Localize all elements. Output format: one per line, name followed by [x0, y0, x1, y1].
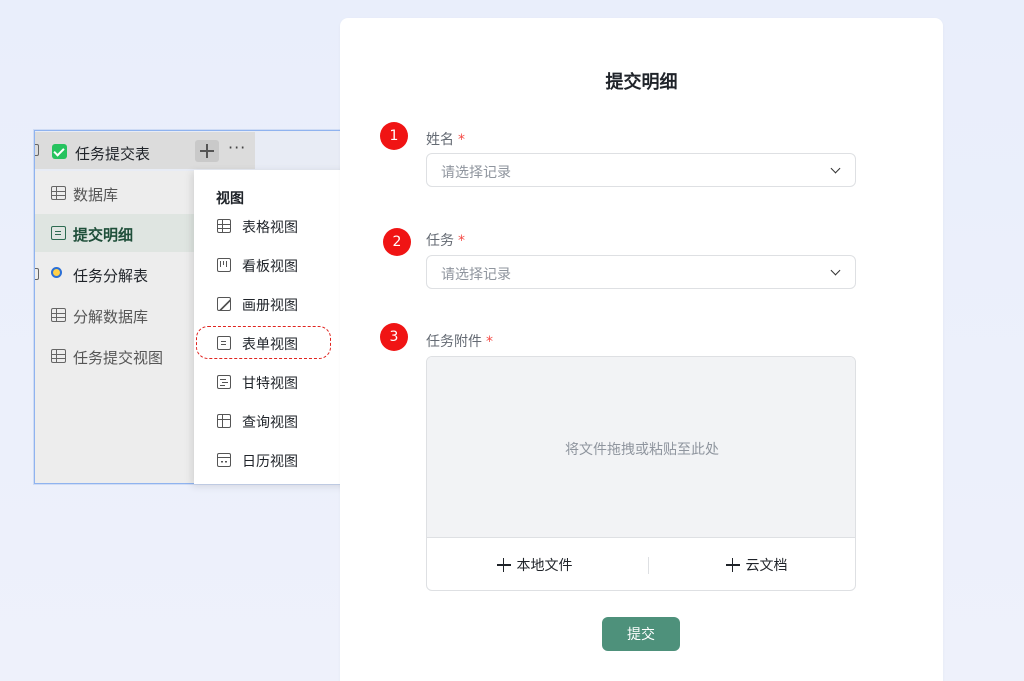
- sidebar-item-label: 数据库: [73, 186, 119, 204]
- cloud-doc-label: 云文档: [745, 558, 788, 574]
- menu-item-query-view[interactable]: 查询视图: [194, 403, 349, 439]
- upload-actions: 本地文件 云文档: [427, 538, 855, 590]
- task-select[interactable]: 请选择记录: [426, 255, 856, 289]
- chevron-down-icon: [830, 163, 841, 174]
- step-badge-1: 1: [380, 122, 408, 150]
- collapse-icon[interactable]: [35, 144, 39, 156]
- grid-icon: [217, 219, 231, 233]
- view-type-menu: 视图 表格视图 看板视图 画册视图 表单视图 甘特视图 查询视图 日历视图: [194, 170, 349, 484]
- grid-icon: [51, 349, 66, 363]
- field-label-text: 任务附件: [426, 334, 482, 350]
- calendar-icon: [217, 453, 231, 467]
- form-icon: [51, 226, 66, 240]
- menu-item-form-view[interactable]: 表单视图: [194, 325, 349, 361]
- table-title: 任务提交表: [75, 145, 151, 163]
- select-placeholder: 请选择记录: [441, 267, 511, 283]
- sidebar-item-submission-detail[interactable]: 提交明细: [35, 214, 195, 252]
- local-file-button[interactable]: 本地文件: [427, 538, 642, 590]
- collapse-icon[interactable]: [35, 268, 39, 280]
- menu-title: 视图: [216, 191, 244, 207]
- menu-item-label: 画册视图: [242, 298, 298, 314]
- submit-button[interactable]: 提交: [602, 617, 680, 651]
- required-mark: *: [486, 334, 493, 350]
- select-placeholder: 请选择记录: [441, 165, 511, 181]
- field-label-text: 姓名: [426, 132, 454, 148]
- attachment-upload: 将文件拖拽或粘贴至此处 本地文件 云文档: [426, 356, 856, 591]
- sidebar-item-label: 分解数据库: [73, 308, 149, 326]
- step-badge-3: 3: [380, 323, 408, 351]
- step-badge-2: 2: [383, 228, 411, 256]
- menu-item-label: 表单视图: [242, 337, 298, 353]
- table-header-item[interactable]: 任务提交表 ···: [35, 132, 255, 169]
- cloud-doc-button[interactable]: 云文档: [649, 538, 855, 590]
- attachment-field-label: 任务附件 *: [426, 331, 493, 351]
- gantt-icon: [217, 375, 231, 389]
- sidebar-item-database[interactable]: 数据库: [35, 174, 195, 212]
- drop-zone-text: 将文件拖拽或粘贴至此处: [565, 442, 719, 458]
- form-title: 提交明细: [605, 72, 678, 93]
- sidebar-item-task-breakdown[interactable]: 任务分解表: [35, 255, 195, 293]
- task-field-label: 任务 *: [426, 230, 465, 250]
- menu-item-calendar-view[interactable]: 日历视图: [194, 442, 349, 478]
- sidebar-item-breakdown-database[interactable]: 分解数据库: [35, 296, 195, 334]
- sidebar-item-label: 提交明细: [73, 226, 134, 244]
- chevron-down-icon: [830, 265, 841, 276]
- sidebar-item-task-submission-view[interactable]: 任务提交视图: [35, 337, 195, 375]
- magnifier-icon: [51, 267, 62, 278]
- more-options-button[interactable]: ···: [228, 138, 246, 157]
- sidebar-item-label: 任务提交视图: [73, 349, 164, 367]
- required-mark: *: [458, 233, 465, 249]
- menu-item-gantt-view[interactable]: 甘特视图: [194, 364, 349, 400]
- kanban-icon: [217, 258, 231, 272]
- image-icon: [217, 297, 231, 311]
- name-field-label: 姓名 *: [426, 129, 465, 149]
- plus-icon: [725, 558, 740, 572]
- grid-icon: [51, 186, 66, 200]
- menu-item-label: 看板视图: [242, 259, 298, 275]
- grid-icon: [51, 308, 66, 322]
- plus-icon: [496, 558, 511, 572]
- menu-item-label: 表格视图: [242, 220, 298, 236]
- required-mark: *: [458, 132, 465, 148]
- query-icon: [217, 414, 231, 428]
- field-label-text: 任务: [426, 233, 454, 249]
- menu-item-label: 甘特视图: [242, 376, 298, 392]
- name-select[interactable]: 请选择记录: [426, 153, 856, 187]
- local-file-label: 本地文件: [516, 558, 573, 574]
- form-card: 提交明细 1 姓名 * 请选择记录 2 任务 * 请选择记录 3 任务附件 * 将文件…: [340, 18, 943, 681]
- menu-item-grid-view[interactable]: 表格视图: [194, 208, 349, 244]
- form-icon: [217, 336, 231, 350]
- file-drop-zone[interactable]: 将文件拖拽或粘贴至此处: [427, 357, 855, 538]
- sidebar-item-label: 任务分解表: [73, 267, 149, 285]
- menu-item-label: 日历视图: [242, 454, 298, 470]
- menu-item-kanban-view[interactable]: 看板视图: [194, 247, 349, 283]
- menu-item-label: 查询视图: [242, 415, 298, 431]
- add-view-button[interactable]: [195, 140, 219, 162]
- menu-item-gallery-view[interactable]: 画册视图: [194, 286, 349, 322]
- checkbox-icon: [52, 144, 67, 159]
